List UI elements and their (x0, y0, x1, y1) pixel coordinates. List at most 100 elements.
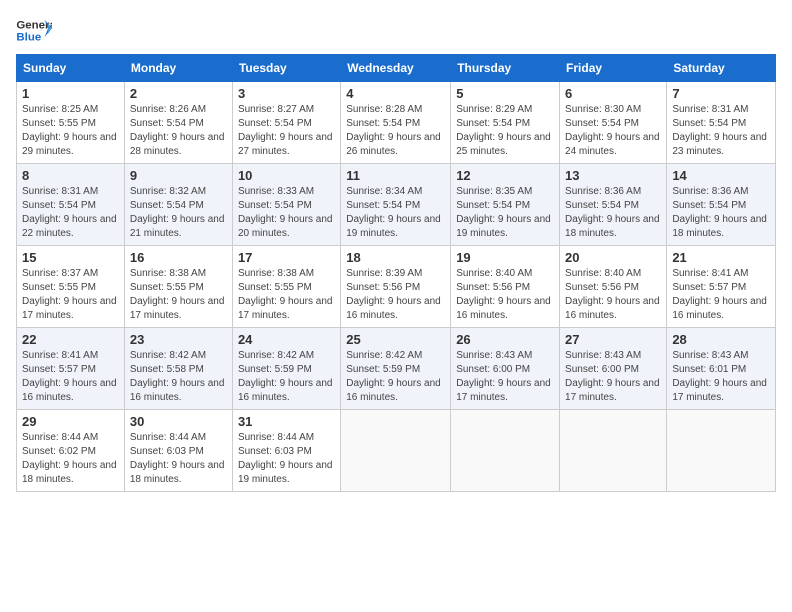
weekday-header-cell: Tuesday (232, 55, 340, 82)
day-number: 15 (22, 250, 119, 265)
sunset-text: Sunset: 6:03 PM (130, 445, 227, 459)
sunrise-text: Sunrise: 8:42 AM (238, 349, 335, 363)
day-number: 20 (565, 250, 661, 265)
sunset-text: Sunset: 5:59 PM (238, 363, 335, 377)
sunrise-text: Sunrise: 8:36 AM (672, 185, 770, 199)
day-number: 10 (238, 168, 335, 183)
calendar-day-cell: 2 Sunrise: 8:26 AM Sunset: 5:54 PM Dayli… (124, 82, 232, 164)
sunrise-text: Sunrise: 8:43 AM (672, 349, 770, 363)
sunrise-text: Sunrise: 8:40 AM (456, 267, 554, 281)
sunrise-text: Sunrise: 8:31 AM (672, 103, 770, 117)
weekday-header-cell: Saturday (667, 55, 776, 82)
sunrise-text: Sunrise: 8:36 AM (565, 185, 661, 199)
sunrise-text: Sunrise: 8:33 AM (238, 185, 335, 199)
day-info: Sunrise: 8:29 AM Sunset: 5:54 PM Dayligh… (456, 103, 554, 159)
calendar-day-cell: 16 Sunrise: 8:38 AM Sunset: 5:55 PM Dayl… (124, 246, 232, 328)
calendar-day-cell: 9 Sunrise: 8:32 AM Sunset: 5:54 PM Dayli… (124, 164, 232, 246)
sunrise-text: Sunrise: 8:38 AM (238, 267, 335, 281)
calendar-day-cell: 27 Sunrise: 8:43 AM Sunset: 6:00 PM Dayl… (560, 328, 667, 410)
calendar-day-cell (451, 410, 560, 492)
calendar-table: SundayMondayTuesdayWednesdayThursdayFrid… (16, 54, 776, 492)
daylight-text: Daylight: 9 hours and 16 minutes. (565, 295, 661, 323)
sunset-text: Sunset: 5:54 PM (456, 199, 554, 213)
sunrise-text: Sunrise: 8:40 AM (565, 267, 661, 281)
day-number: 7 (672, 86, 770, 101)
daylight-text: Daylight: 9 hours and 16 minutes. (238, 377, 335, 405)
sunrise-text: Sunrise: 8:42 AM (346, 349, 445, 363)
calendar-day-cell: 3 Sunrise: 8:27 AM Sunset: 5:54 PM Dayli… (232, 82, 340, 164)
calendar-day-cell: 8 Sunrise: 8:31 AM Sunset: 5:54 PM Dayli… (17, 164, 125, 246)
sunrise-text: Sunrise: 8:35 AM (456, 185, 554, 199)
sunrise-text: Sunrise: 8:41 AM (22, 349, 119, 363)
day-number: 30 (130, 414, 227, 429)
day-info: Sunrise: 8:26 AM Sunset: 5:54 PM Dayligh… (130, 103, 227, 159)
daylight-text: Daylight: 9 hours and 16 minutes. (346, 377, 445, 405)
day-number: 25 (346, 332, 445, 347)
daylight-text: Daylight: 9 hours and 28 minutes. (130, 131, 227, 159)
weekday-header-cell: Friday (560, 55, 667, 82)
calendar-day-cell: 24 Sunrise: 8:42 AM Sunset: 5:59 PM Dayl… (232, 328, 340, 410)
sunrise-text: Sunrise: 8:43 AM (565, 349, 661, 363)
daylight-text: Daylight: 9 hours and 18 minutes. (22, 459, 119, 487)
daylight-text: Daylight: 9 hours and 16 minutes. (672, 295, 770, 323)
calendar-day-cell: 5 Sunrise: 8:29 AM Sunset: 5:54 PM Dayli… (451, 82, 560, 164)
day-info: Sunrise: 8:27 AM Sunset: 5:54 PM Dayligh… (238, 103, 335, 159)
logo-icon: General Blue (16, 16, 52, 46)
calendar-body: 1 Sunrise: 8:25 AM Sunset: 5:55 PM Dayli… (17, 82, 776, 492)
sunset-text: Sunset: 5:54 PM (672, 117, 770, 131)
sunset-text: Sunset: 5:57 PM (22, 363, 119, 377)
sunset-text: Sunset: 5:54 PM (346, 199, 445, 213)
daylight-text: Daylight: 9 hours and 19 minutes. (346, 213, 445, 241)
calendar-day-cell: 29 Sunrise: 8:44 AM Sunset: 6:02 PM Dayl… (17, 410, 125, 492)
day-info: Sunrise: 8:37 AM Sunset: 5:55 PM Dayligh… (22, 267, 119, 323)
calendar-day-cell: 14 Sunrise: 8:36 AM Sunset: 5:54 PM Dayl… (667, 164, 776, 246)
daylight-text: Daylight: 9 hours and 26 minutes. (346, 131, 445, 159)
daylight-text: Daylight: 9 hours and 17 minutes. (565, 377, 661, 405)
sunrise-text: Sunrise: 8:44 AM (130, 431, 227, 445)
sunrise-text: Sunrise: 8:25 AM (22, 103, 119, 117)
sunrise-text: Sunrise: 8:30 AM (565, 103, 661, 117)
calendar-day-cell: 15 Sunrise: 8:37 AM Sunset: 5:55 PM Dayl… (17, 246, 125, 328)
daylight-text: Daylight: 9 hours and 19 minutes. (238, 459, 335, 487)
svg-text:Blue: Blue (16, 32, 41, 44)
day-number: 13 (565, 168, 661, 183)
daylight-text: Daylight: 9 hours and 18 minutes. (672, 213, 770, 241)
sunset-text: Sunset: 5:54 PM (456, 117, 554, 131)
day-info: Sunrise: 8:41 AM Sunset: 5:57 PM Dayligh… (672, 267, 770, 323)
sunrise-text: Sunrise: 8:31 AM (22, 185, 119, 199)
daylight-text: Daylight: 9 hours and 17 minutes. (456, 377, 554, 405)
sunset-text: Sunset: 6:01 PM (672, 363, 770, 377)
calendar-day-cell: 7 Sunrise: 8:31 AM Sunset: 5:54 PM Dayli… (667, 82, 776, 164)
sunset-text: Sunset: 5:57 PM (672, 281, 770, 295)
daylight-text: Daylight: 9 hours and 23 minutes. (672, 131, 770, 159)
daylight-text: Daylight: 9 hours and 16 minutes. (22, 377, 119, 405)
day-number: 21 (672, 250, 770, 265)
day-info: Sunrise: 8:43 AM Sunset: 6:00 PM Dayligh… (565, 349, 661, 405)
daylight-text: Daylight: 9 hours and 17 minutes. (238, 295, 335, 323)
day-info: Sunrise: 8:40 AM Sunset: 5:56 PM Dayligh… (456, 267, 554, 323)
calendar-day-cell: 31 Sunrise: 8:44 AM Sunset: 6:03 PM Dayl… (232, 410, 340, 492)
sunset-text: Sunset: 5:55 PM (22, 117, 119, 131)
weekday-header-cell: Monday (124, 55, 232, 82)
day-number: 14 (672, 168, 770, 183)
day-number: 9 (130, 168, 227, 183)
daylight-text: Daylight: 9 hours and 17 minutes. (672, 377, 770, 405)
daylight-text: Daylight: 9 hours and 21 minutes. (130, 213, 227, 241)
sunrise-text: Sunrise: 8:29 AM (456, 103, 554, 117)
calendar-day-cell: 12 Sunrise: 8:35 AM Sunset: 5:54 PM Dayl… (451, 164, 560, 246)
sunset-text: Sunset: 5:54 PM (565, 199, 661, 213)
sunrise-text: Sunrise: 8:26 AM (130, 103, 227, 117)
day-number: 12 (456, 168, 554, 183)
day-info: Sunrise: 8:41 AM Sunset: 5:57 PM Dayligh… (22, 349, 119, 405)
calendar-day-cell: 20 Sunrise: 8:40 AM Sunset: 5:56 PM Dayl… (560, 246, 667, 328)
sunrise-text: Sunrise: 8:39 AM (346, 267, 445, 281)
daylight-text: Daylight: 9 hours and 24 minutes. (565, 131, 661, 159)
calendar-day-cell: 13 Sunrise: 8:36 AM Sunset: 5:54 PM Dayl… (560, 164, 667, 246)
day-number: 28 (672, 332, 770, 347)
sunset-text: Sunset: 5:54 PM (346, 117, 445, 131)
day-number: 17 (238, 250, 335, 265)
calendar-day-cell: 4 Sunrise: 8:28 AM Sunset: 5:54 PM Dayli… (341, 82, 451, 164)
sunset-text: Sunset: 6:02 PM (22, 445, 119, 459)
daylight-text: Daylight: 9 hours and 25 minutes. (456, 131, 554, 159)
day-info: Sunrise: 8:42 AM Sunset: 5:58 PM Dayligh… (130, 349, 227, 405)
